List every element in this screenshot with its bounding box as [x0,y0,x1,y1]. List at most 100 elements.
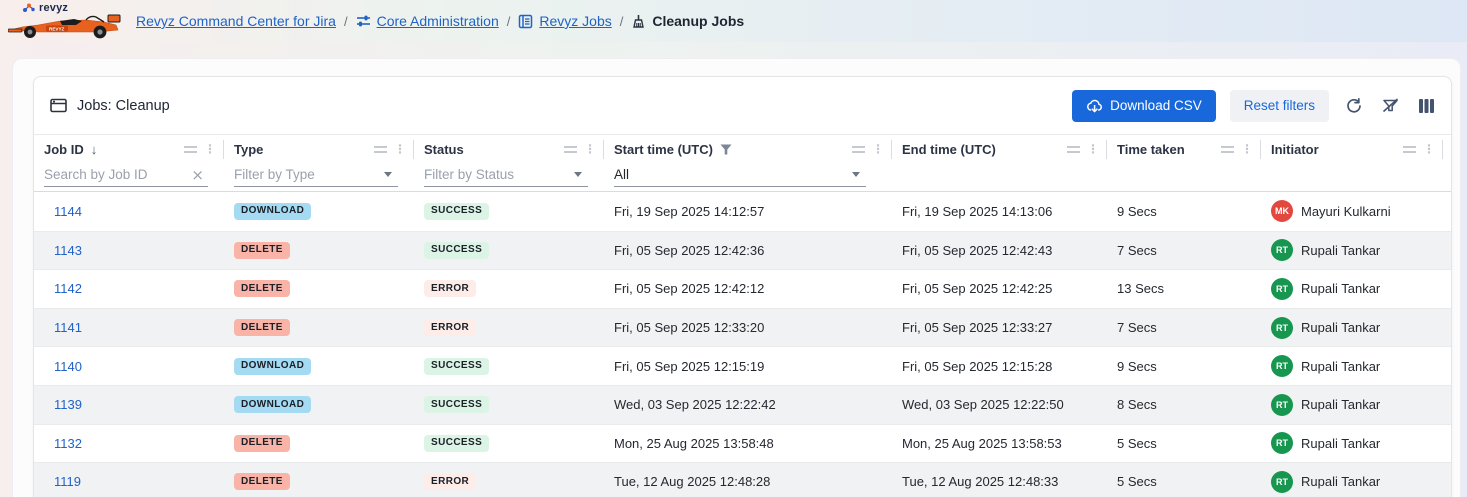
status-filter-select[interactable]: Filter by Status [424,163,588,187]
breadcrumb-link-revyz-jobs[interactable]: Revyz Jobs [539,13,611,29]
column-label-time-taken[interactable]: Time taken [1117,142,1185,157]
status-badge: SUCCESS [424,358,489,375]
column-header-job-id[interactable]: Job ID ↓ ⋮ [34,135,224,163]
reset-filters-button[interactable]: Reset filters [1230,90,1329,122]
breadcrumb-separator: / [344,14,348,29]
time-taken-cell: 7 Secs [1107,320,1261,335]
start-time-cell: Fri, 05 Sep 2025 12:33:20 [604,320,892,335]
column-menu-icon[interactable]: ⋮ [1423,143,1435,155]
job-id-link[interactable]: 1144 [54,204,82,219]
job-id-search-placeholder: Search by Job ID [44,167,148,182]
column-resize-handle[interactable] [374,146,387,153]
column-menu-icon[interactable]: ⋮ [872,143,884,155]
initiator-name: Rupali Tankar [1301,359,1380,374]
manage-columns-button[interactable] [1416,96,1437,116]
column-label-initiator[interactable]: Initiator [1271,142,1319,157]
column-menu-icon[interactable]: ⋮ [394,143,406,155]
job-id-link[interactable]: 1141 [54,320,82,335]
breadcrumb-separator: / [620,14,624,29]
table-row: 1142DELETEERRORFri, 05 Sep 2025 12:42:12… [34,269,1451,308]
time-taken-cell: 9 Secs [1107,359,1261,374]
avatar: RT [1271,317,1293,339]
type-cell: DELETE [224,435,414,452]
table-title: Jobs: Cleanup [50,98,170,114]
initiator-name: Rupali Tankar [1301,397,1380,412]
column-header-start-time[interactable]: Start time (UTC) ⋮ [604,135,892,163]
table-row: 1140DOWNLOADSUCCESSFri, 05 Sep 2025 12:1… [34,346,1451,385]
column-resize-handle[interactable] [1221,146,1234,153]
column-menu-icon[interactable]: ⋮ [1087,143,1099,155]
column-header-status[interactable]: Status ⋮ [414,135,604,163]
start-time-filter-select[interactable]: All [614,163,866,187]
type-badge: DOWNLOAD [234,358,311,375]
jobs-table-card: Jobs: Cleanup Download CSV Reset filters [33,76,1452,497]
status-cell: SUCCESS [414,435,604,452]
status-cell: SUCCESS [414,396,604,413]
column-header-time-taken[interactable]: Time taken ⋮ [1107,135,1261,163]
end-time-cell: Fri, 05 Sep 2025 12:42:43 [892,243,1107,258]
type-badge: DELETE [234,319,290,336]
initiator-cell: RTRupali Tankar [1261,317,1451,339]
column-menu-icon[interactable]: ⋮ [204,143,216,155]
race-car-illustration: REVYZ [8,13,126,39]
chevron-down-icon [384,172,392,177]
revyz-logo: revyz REVYZ [0,0,128,42]
column-label-job-id[interactable]: Job ID [44,142,84,157]
job-id-link[interactable]: 1140 [54,359,82,374]
avatar: MK [1271,200,1293,222]
column-resize-handle[interactable] [564,146,577,153]
breadcrumb-item-core-administration[interactable]: Core Administration [356,13,499,29]
end-time-cell: Wed, 03 Sep 2025 12:22:50 [892,397,1107,412]
breadcrumb-link-core-administration[interactable]: Core Administration [377,13,499,29]
table-row: 1119DELETEERRORTue, 12 Aug 2025 12:48:28… [34,462,1451,497]
type-filter-select[interactable]: Filter by Type [234,163,398,187]
window-icon [50,98,67,113]
clear-search-icon[interactable]: × [191,166,208,184]
sort-descending-icon[interactable]: ↓ [91,142,98,157]
initiator-name: Rupali Tankar [1301,281,1380,296]
column-resize-handle[interactable] [1067,146,1080,153]
column-resize-handle[interactable] [184,146,197,153]
end-time-cell: Mon, 25 Aug 2025 13:58:53 [892,436,1107,451]
column-resize-handle[interactable] [1403,146,1416,153]
column-header-initiator[interactable]: Initiator ⋮ [1261,135,1451,163]
column-header-end-time[interactable]: End time (UTC) ⋮ [892,135,1107,163]
download-csv-button[interactable]: Download CSV [1072,90,1216,122]
column-header-type[interactable]: Type ⋮ [224,135,414,163]
breadcrumb-item-revyz-jobs[interactable]: Revyz Jobs [518,13,611,29]
column-resize-handle[interactable] [852,146,865,153]
breadcrumb-item-command-center[interactable]: Revyz Command Center for Jira [136,13,336,29]
content-panel: Jobs: Cleanup Download CSV Reset filters [12,58,1461,497]
refresh-button[interactable] [1343,95,1365,117]
job-id-cell: 1143 [34,243,224,258]
start-time-cell: Fri, 05 Sep 2025 12:42:36 [604,243,892,258]
clear-filters-button[interactable] [1379,95,1402,116]
start-time-filter-value: All [614,167,629,182]
column-menu-icon[interactable]: ⋮ [584,143,596,155]
breadcrumb-link-command-center[interactable]: Revyz Command Center for Jira [136,13,336,29]
top-navigation-bar: revyz REVYZ Revyz Command Center for Jir… [0,0,1467,42]
job-id-link[interactable]: 1142 [54,281,82,296]
job-id-search-input[interactable]: Search by Job ID × [44,163,208,187]
job-id-cell: 1140 [34,359,224,374]
chevron-down-icon [852,172,860,177]
start-time-cell: Wed, 03 Sep 2025 12:22:42 [604,397,892,412]
start-time-cell: Tue, 12 Aug 2025 12:48:28 [604,474,892,489]
column-label-type[interactable]: Type [234,142,263,157]
column-label-start-time[interactable]: Start time (UTC) [614,142,713,157]
initiator-cell: RTRupali Tankar [1261,471,1451,493]
cloud-download-icon [1086,99,1103,113]
job-id-link[interactable]: 1132 [54,436,82,451]
job-id-cell: 1119 [34,474,224,489]
column-label-end-time[interactable]: End time (UTC) [902,142,996,157]
journal-icon [518,14,533,29]
job-id-link[interactable]: 1119 [54,474,81,489]
time-taken-cell: 5 Secs [1107,474,1261,489]
column-divider [1442,140,1443,159]
job-id-link[interactable]: 1139 [54,397,82,412]
column-menu-icon[interactable]: ⋮ [1241,143,1253,155]
job-id-link[interactable]: 1143 [54,243,82,258]
column-label-status[interactable]: Status [424,142,464,157]
type-filter-placeholder: Filter by Type [234,167,315,182]
broom-icon [631,14,646,29]
